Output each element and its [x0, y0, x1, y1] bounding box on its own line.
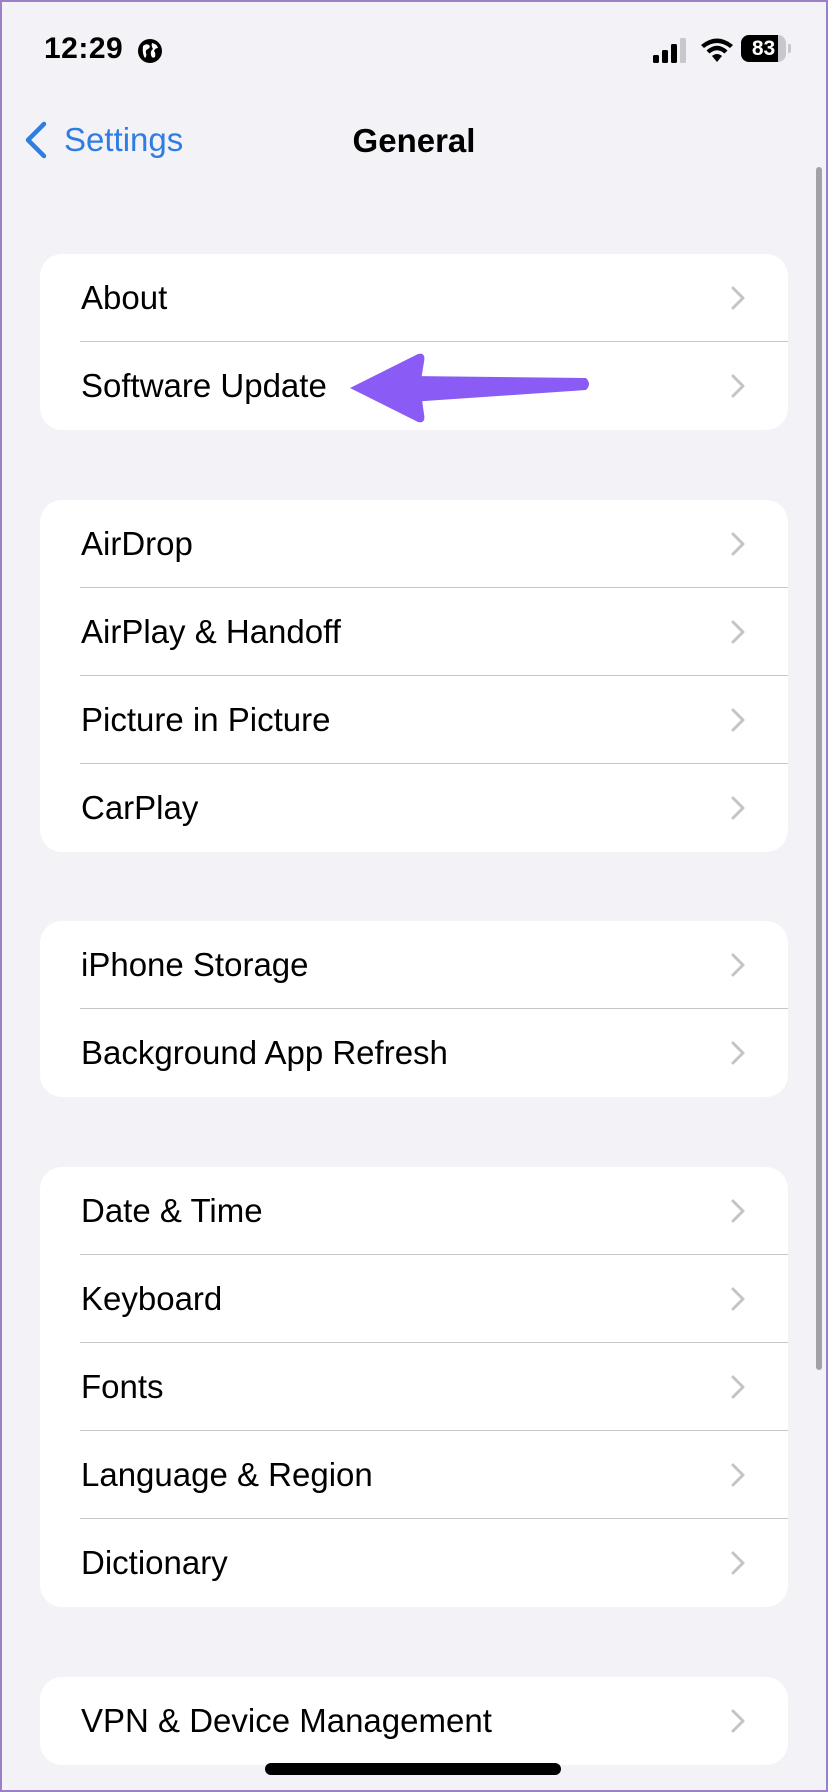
scrollbar[interactable] [816, 167, 822, 1370]
chevron-right-icon [731, 796, 745, 820]
battery-level: 83 [751, 37, 776, 60]
row-label: iPhone Storage [81, 946, 309, 983]
chevron-right-icon [731, 1463, 745, 1487]
battery-body: 83 [741, 35, 786, 62]
globe-icon [138, 39, 162, 63]
chevron-right-icon [731, 620, 745, 644]
row-label: AirPlay & Handoff [81, 613, 341, 650]
row-label: Picture in Picture [81, 701, 331, 738]
row-fonts[interactable]: Fonts [40, 1343, 788, 1431]
row-background-app-refresh[interactable]: Background App Refresh [40, 1009, 788, 1097]
row-airdrop[interactable]: AirDrop [40, 500, 788, 588]
row-label: Background App Refresh [81, 1034, 448, 1071]
row-picture-in-picture[interactable]: Picture in Picture [40, 676, 788, 764]
home-indicator[interactable] [265, 1763, 561, 1775]
row-label: AirDrop [81, 525, 193, 562]
chevron-right-icon [731, 286, 745, 310]
chevron-right-icon [731, 1375, 745, 1399]
chevron-right-icon [731, 1709, 745, 1733]
battery-icon: 83 [741, 35, 791, 65]
row-software-update[interactable]: Software Update [40, 342, 788, 430]
row-label: Date & Time [81, 1192, 263, 1229]
chevron-right-icon [731, 532, 745, 556]
row-dictionary[interactable]: Dictionary [40, 1519, 788, 1607]
status-bar: 12:29 83 [0, 0, 828, 100]
settings-group-2: AirDrop AirPlay & Handoff Picture in Pic… [40, 500, 788, 852]
row-airplay-handoff[interactable]: AirPlay & Handoff [40, 588, 788, 676]
settings-group-5: VPN & Device Management [40, 1677, 788, 1765]
chevron-right-icon [731, 1041, 745, 1065]
row-language-region[interactable]: Language & Region [40, 1431, 788, 1519]
row-label: Fonts [81, 1368, 164, 1405]
status-time: 12:29 [44, 32, 124, 65]
row-label: Dictionary [81, 1544, 228, 1581]
page-title: General [352, 122, 476, 159]
wifi-icon [701, 38, 733, 62]
chevron-right-icon [731, 374, 745, 398]
row-label: Software Update [81, 367, 327, 404]
row-label: CarPlay [81, 789, 199, 826]
row-label: Keyboard [81, 1280, 223, 1317]
row-carplay[interactable]: CarPlay [40, 764, 788, 852]
row-label: About [81, 279, 168, 316]
chevron-right-icon [731, 708, 745, 732]
row-label: VPN & Device Management [81, 1702, 492, 1739]
row-keyboard[interactable]: Keyboard [40, 1255, 788, 1343]
settings-group-3: iPhone Storage Background App Refresh [40, 921, 788, 1097]
battery-nub [788, 44, 791, 53]
chevron-right-icon [731, 1287, 745, 1311]
row-about[interactable]: About [40, 254, 788, 342]
row-label: Language & Region [81, 1456, 373, 1493]
chevron-right-icon [731, 1199, 745, 1223]
chevron-right-icon [731, 1551, 745, 1575]
settings-group-1: About Software Update [40, 254, 788, 430]
row-date-time[interactable]: Date & Time [40, 1167, 788, 1255]
row-iphone-storage[interactable]: iPhone Storage [40, 921, 788, 1009]
cellular-signal-icon [653, 38, 686, 63]
row-vpn-device-management[interactable]: VPN & Device Management [40, 1677, 788, 1765]
settings-group-4: Date & Time Keyboard Fonts Language & Re… [40, 1167, 788, 1607]
navigation-bar: Settings General [0, 110, 828, 170]
chevron-right-icon [731, 953, 745, 977]
